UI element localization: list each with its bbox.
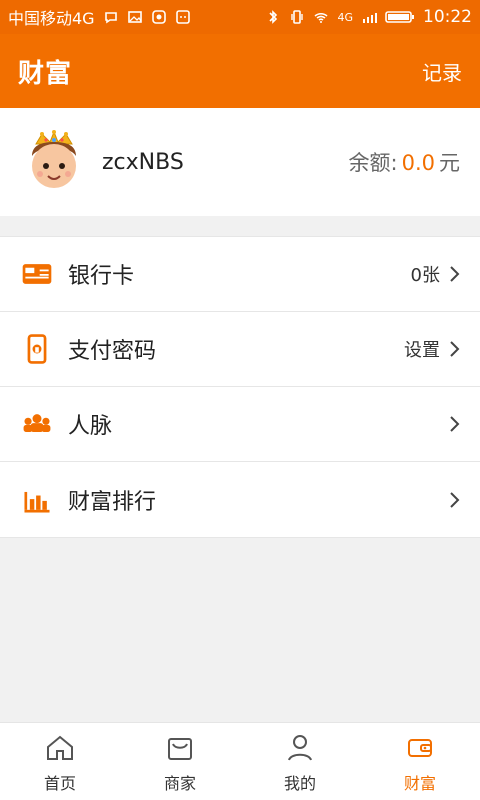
battery-icon <box>385 9 415 25</box>
shop-icon <box>168 737 192 760</box>
record-button[interactable]: 记录 <box>422 57 462 86</box>
menu-item-contacts[interactable]: 人脉 <box>0 387 480 462</box>
nav-shop[interactable]: 商家 <box>120 723 240 800</box>
chevron-right-icon <box>450 341 460 357</box>
menu-item-label: 支付密码 <box>68 339 157 364</box>
menu-item-bank-card[interactable]: 银行卡 0张 <box>0 237 480 312</box>
menu-list: 银行卡 0张 支付密码 设置 人脉 财富排行 <box>0 236 480 538</box>
status-left: 中国移动4G <box>8 5 191 29</box>
image-icon <box>127 9 143 25</box>
balance-label: 余额: <box>348 151 398 175</box>
chevron-right-icon <box>450 416 460 432</box>
app-bar: 财富 记录 <box>0 34 480 108</box>
nav-label: 首页 <box>43 773 76 793</box>
bar-chart-icon <box>18 481 56 519</box>
menu-item-right <box>440 488 462 512</box>
nav-mine[interactable]: 我的 <box>240 723 360 800</box>
balance-value: 0.0 <box>401 151 435 175</box>
chat-icon <box>103 9 119 25</box>
menu-item-value: 设置 <box>404 340 440 361</box>
menu-item-label: 银行卡 <box>68 264 135 289</box>
status-right: 4G 10:22 <box>265 7 472 27</box>
status-bar: 中国移动4G 4G 10:22 <box>0 0 480 34</box>
profile-card: zcxNBS 余额: 0.0 元 <box>0 108 480 216</box>
avatar <box>20 128 88 196</box>
network-type-label: 4G <box>337 10 353 24</box>
menu-item-right: 0张 <box>411 261 462 287</box>
username: zcxNBS <box>102 149 184 175</box>
balance-unit: 元 <box>439 151 460 175</box>
bank-card-icon <box>18 255 56 293</box>
chevron-right-icon <box>450 266 460 282</box>
nav-label: 我的 <box>283 773 316 793</box>
nav-label: 财富 <box>403 773 436 793</box>
nav-wealth[interactable]: 财富 <box>360 723 480 800</box>
nav-home[interactable]: 首页 <box>0 723 120 800</box>
clock: 10:22 <box>423 7 472 27</box>
menu-item-value: 0张 <box>410 265 440 286</box>
bottom-navigation: 首页 商家 我的 财富 <box>0 722 480 800</box>
home-icon <box>47 735 73 760</box>
phone-lock-icon <box>18 330 56 368</box>
menu-item-wealth-ranking[interactable]: 财富排行 <box>0 462 480 537</box>
bluetooth-icon <box>265 9 281 25</box>
cat-icon <box>175 9 191 25</box>
menu-item-label: 财富排行 <box>68 489 157 515</box>
carrier-label: 中国移动4G <box>8 9 95 28</box>
wifi-icon <box>313 9 329 25</box>
menu-item-right <box>440 412 462 436</box>
signal-icon <box>361 9 377 25</box>
balance: 余额: 0.0 元 <box>349 147 460 177</box>
menu-item-pay-password[interactable]: 支付密码 设置 <box>0 312 480 387</box>
menu-item-right: 设置 <box>404 336 462 362</box>
menu-item-label: 人脉 <box>68 414 113 439</box>
people-icon <box>18 405 56 443</box>
user-icon <box>288 734 312 761</box>
wallet-icon <box>408 738 432 757</box>
page-title: 财富 <box>18 58 73 89</box>
chevron-right-icon <box>450 491 460 508</box>
nav-label: 商家 <box>163 773 196 793</box>
wechat-icon <box>151 9 167 25</box>
vibrate-icon <box>289 9 305 25</box>
